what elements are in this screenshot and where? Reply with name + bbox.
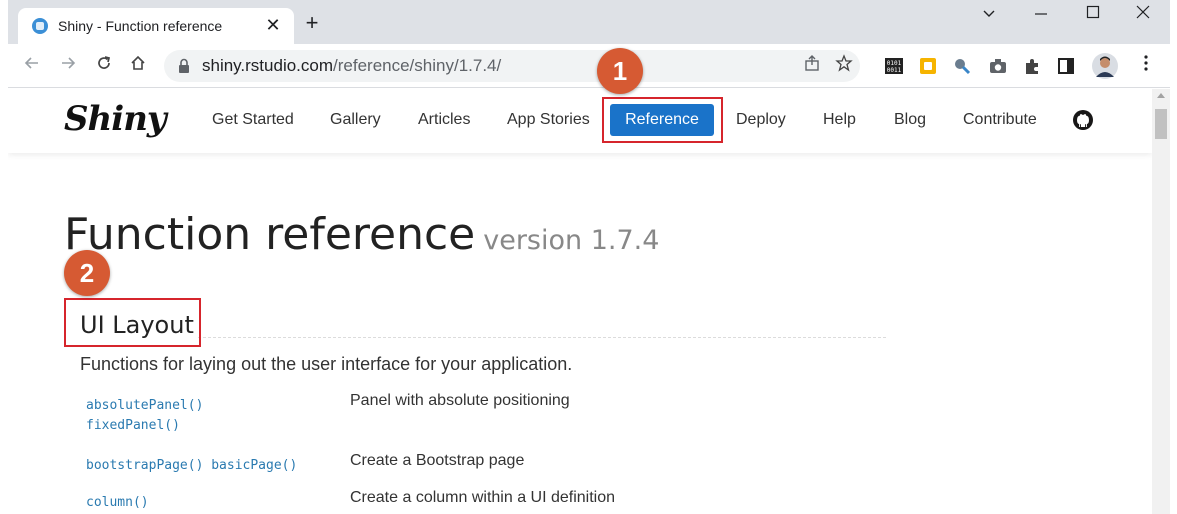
url-path: /reference/shiny/1.7.4/	[333, 56, 502, 75]
page-title-text: Function reference	[64, 209, 476, 260]
annotation-badge-1-overlay: 1	[597, 48, 643, 94]
shiny-favicon-icon	[32, 18, 48, 34]
svg-text:0011: 0011	[887, 67, 902, 74]
annotation-badge-2: 2	[64, 250, 110, 296]
reload-icon[interactable]	[92, 54, 116, 78]
maximize-button[interactable]	[1070, 2, 1116, 32]
section-description: Functions for laying out the user interf…	[80, 354, 573, 374]
nav-blog[interactable]: Blog	[894, 111, 926, 129]
close-tab-icon[interactable]: ✕	[262, 14, 284, 36]
tab-shiny-reference[interactable]: Shiny - Function reference ✕	[18, 8, 294, 44]
fn-link-fixedpanel[interactable]: fixedPanel()	[86, 418, 180, 433]
fn-link-bootstrappage[interactable]: bootstrapPage() basicPage()	[86, 458, 297, 473]
nav-get-started[interactable]: Get Started	[212, 111, 294, 129]
nav-deploy[interactable]: Deploy	[736, 111, 786, 129]
site-navbar: Shiny Get Started Gallery Articles App S…	[8, 89, 1152, 153]
tab-strip: Shiny - Function reference ✕ +	[8, 0, 1170, 44]
fn-desc-absolutepanel: Panel with absolute positioning	[350, 392, 570, 409]
section-divider	[198, 337, 886, 338]
back-arrow-icon[interactable]	[20, 54, 44, 78]
page-viewport: Shiny Get Started Gallery Articles App S…	[8, 89, 1152, 514]
section-title: UI Layout	[80, 311, 194, 339]
minimize-button[interactable]	[1018, 2, 1064, 32]
github-icon[interactable]	[1072, 109, 1094, 131]
address-bar[interactable]: shiny.rstudio.com/reference/shiny/1.7.4/	[164, 50, 860, 82]
url-text[interactable]: shiny.rstudio.com/reference/shiny/1.7.4/	[202, 56, 501, 76]
shiny-logo[interactable]: Shiny	[64, 99, 167, 139]
fn-desc-bootstrappage: Create a Bootstrap page	[350, 452, 525, 469]
binary-extension-icon[interactable]: 0101 0011	[884, 56, 904, 76]
page-title: Function reference version 1.7.4	[64, 209, 659, 260]
scroll-up-arrow-icon[interactable]	[1157, 93, 1165, 98]
reference-highlight-box	[602, 97, 723, 143]
scroll-thumb[interactable]	[1155, 109, 1167, 139]
close-window-button[interactable]	[1120, 2, 1166, 32]
forward-arrow-icon[interactable]	[56, 54, 80, 78]
url-host: shiny.rstudio.com	[202, 56, 334, 75]
camera-extension-icon[interactable]	[988, 56, 1008, 76]
nav-help[interactable]: Help	[823, 111, 856, 129]
nav-gallery[interactable]: Gallery	[330, 111, 381, 129]
chrome-menu-icon[interactable]	[1134, 54, 1158, 78]
profile-avatar[interactable]	[1092, 53, 1118, 79]
fn-link-absolutepanel[interactable]: absolutePanel()	[86, 398, 203, 413]
nav-articles[interactable]: Articles	[418, 111, 470, 129]
eyedropper-extension-icon[interactable]	[952, 56, 972, 76]
page-scrollbar[interactable]	[1152, 89, 1170, 514]
version-label: version 1.7.4	[483, 225, 660, 256]
notes-extension-icon[interactable]	[918, 56, 938, 76]
browser-toolbar: shiny.rstudio.com/reference/shiny/1.7.4/…	[8, 44, 1170, 88]
nav-contribute[interactable]: Contribute	[963, 111, 1037, 129]
extensions-puzzle-icon[interactable]	[1022, 56, 1042, 76]
bookmark-star-icon[interactable]	[832, 54, 856, 78]
share-icon[interactable]	[800, 54, 824, 78]
home-icon[interactable]	[126, 54, 150, 78]
tab-title: Shiny - Function reference	[58, 18, 223, 34]
lock-icon	[178, 58, 190, 74]
new-tab-button[interactable]: +	[300, 12, 324, 36]
side-panel-icon[interactable]	[1056, 56, 1076, 76]
fn-link-column[interactable]: column()	[86, 495, 149, 510]
fn-desc-column: Create a column within a UI definition	[350, 489, 616, 506]
nav-app-stories[interactable]: App Stories	[507, 111, 590, 129]
tab-search-chevron-icon[interactable]	[966, 2, 1012, 32]
browser-window: Shiny - Function reference ✕ + shiny.rst…	[0, 0, 1177, 514]
svg-text:0101: 0101	[887, 60, 902, 67]
